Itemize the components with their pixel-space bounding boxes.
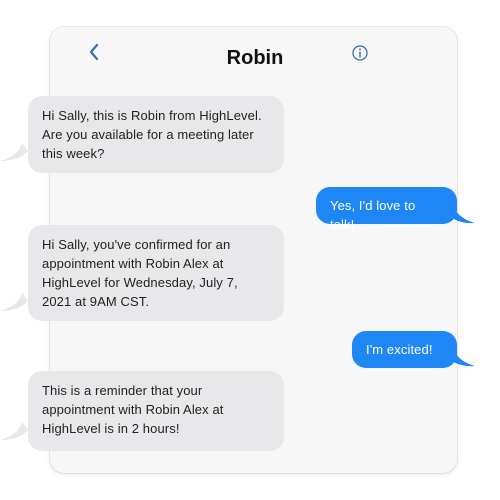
chevron-left-icon: [87, 42, 101, 67]
info-button[interactable]: [351, 44, 369, 67]
incoming-bubble-tail: [0, 422, 28, 440]
incoming-message-3: This is a reminder that your appointment…: [28, 371, 284, 451]
outgoing-message-1: Yes, I'd love to talk!: [316, 187, 457, 232]
back-button[interactable]: [84, 42, 104, 67]
conversation-title: Robin: [226, 47, 284, 69]
incoming-bubble-tail: [0, 293, 28, 311]
incoming-message-2: Hi Sally, you've confirmed for an appoin…: [28, 225, 284, 321]
info-icon: [351, 44, 369, 67]
incoming-bubble-tail: [0, 143, 28, 161]
outgoing-message-2: I'm excited!: [352, 331, 457, 368]
sms-conversation-illustration: Robin Hi Sally, this is Robin from HighL…: [0, 0, 500, 500]
incoming-message-1: Hi Sally, this is Robin from HighLevel. …: [28, 96, 284, 173]
